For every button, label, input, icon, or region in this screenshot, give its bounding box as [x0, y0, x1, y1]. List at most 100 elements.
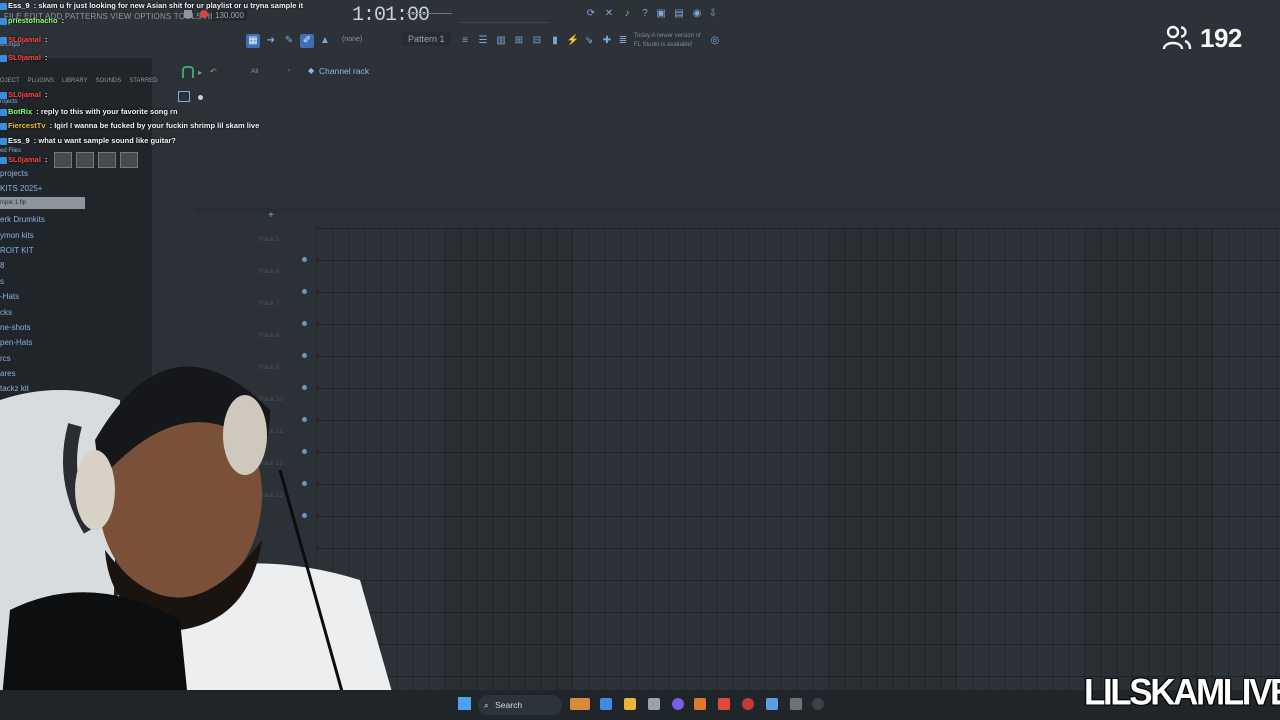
browser-tab[interactable]: STARRED	[129, 78, 157, 84]
channel-rack-icon[interactable]: ☰	[476, 34, 490, 48]
update-icon[interactable]: ◎	[708, 34, 722, 48]
browser-item[interactable]	[0, 197, 152, 212]
chat-badge-icon	[0, 17, 7, 25]
viewer-count: 192	[1162, 22, 1242, 54]
brush-tool-icon[interactable]: ✐	[300, 34, 314, 48]
snap-select[interactable]: (none)	[342, 36, 362, 43]
save-icon[interactable]: ▣	[654, 7, 668, 21]
chat-username: SL0jamal	[8, 35, 41, 44]
edge-icon[interactable]	[600, 698, 612, 710]
chat-badge-icon	[0, 54, 7, 62]
browser-tab[interactable]: PLUGINS	[28, 78, 54, 84]
mixer-icon[interactable]: ▤	[672, 7, 686, 21]
viewer-count-number: 192	[1200, 22, 1242, 53]
chevron-right-icon[interactable]: ›	[288, 68, 290, 74]
track-label[interactable]: Track 5	[258, 236, 279, 243]
cursor-dot	[198, 95, 203, 100]
browser-icon[interactable]: ⊟	[530, 34, 544, 48]
chat-message: Ess_9 : skam u fr just looking for new A…	[0, 1, 303, 10]
metronome-icon[interactable]: ⟳	[584, 7, 598, 21]
app-icon[interactable]	[790, 698, 802, 710]
bar-shade	[829, 228, 957, 690]
song-position: 1:01:00	[352, 4, 430, 27]
piano-roll-icon[interactable]: ≡	[458, 34, 472, 48]
chevron-right-icon[interactable]: ▸	[198, 68, 202, 77]
chat-message: priestofnacho :	[0, 16, 64, 25]
browser-item[interactable]: projects	[0, 166, 152, 181]
update-notice[interactable]: Today A newer version of FL Studio is ava…	[634, 32, 714, 50]
master-volume-slider[interactable]	[406, 13, 452, 14]
chat-separator: :	[42, 53, 48, 62]
chat-separator: :	[42, 154, 50, 164]
search-label: Search	[495, 700, 523, 710]
track-mute-button[interactable]	[302, 321, 307, 326]
browser-item[interactable]: erk Drumkits	[0, 212, 152, 227]
brave-icon[interactable]	[718, 698, 730, 710]
obs-icon[interactable]	[812, 698, 824, 710]
track-mute-button[interactable]	[302, 289, 307, 294]
browser-tab[interactable]: LIBRARY	[62, 78, 88, 84]
undo-icon[interactable]: ↶	[210, 67, 217, 76]
playlist-grid[interactable]	[316, 228, 1280, 690]
record-button[interactable]	[200, 10, 208, 18]
fl-studio-icon[interactable]	[694, 698, 706, 710]
chat-emote-icon	[75, 152, 94, 168]
marker-icon[interactable]: ⇘	[582, 34, 596, 48]
download-icon[interactable]: ⇩	[706, 7, 720, 21]
app-icon[interactable]	[742, 698, 754, 710]
cpu-icon[interactable]: ◉	[690, 7, 704, 21]
tempo-display[interactable]: 130.000	[212, 10, 247, 21]
master-pitch-slider[interactable]	[460, 22, 550, 23]
browser-item[interactable]: -Hats	[0, 289, 152, 304]
rack-filter[interactable]: All	[251, 68, 258, 75]
windows-start-icon[interactable]	[458, 697, 471, 710]
playlist-scrollbar[interactable]	[195, 207, 1280, 213]
link-icon[interactable]: ✚	[600, 34, 614, 48]
track-mute-button[interactable]	[302, 257, 307, 262]
track-label[interactable]: Track 6	[258, 268, 279, 275]
browser-tab[interactable]: SOUNDS	[96, 78, 122, 84]
browser-item[interactable]: KITS 2025+	[0, 181, 152, 196]
headphone-cup	[223, 395, 267, 475]
pencil-tool-icon[interactable]: ✎	[282, 34, 296, 48]
store-icon[interactable]	[648, 698, 660, 710]
pattern-selector[interactable]: Pattern 1	[402, 32, 451, 46]
channel-rack-title: Channel rack	[319, 66, 370, 76]
add-track-icon[interactable]: +	[268, 210, 274, 221]
piano-icon[interactable]	[178, 91, 190, 102]
browser-tab[interactable]: OJECT	[0, 78, 20, 84]
stop-button[interactable]	[184, 10, 192, 18]
plugin-icon[interactable]: ⊞	[512, 34, 526, 48]
chat-message: SL0jamal :	[0, 152, 138, 168]
browser-top-item[interactable]: rojects	[0, 99, 18, 105]
step-seq-icon[interactable]: ▮	[548, 34, 562, 48]
browser-item[interactable]: ymon kits	[0, 228, 152, 243]
mixer-view-icon[interactable]: ▥	[494, 34, 508, 48]
help-icon[interactable]: ?	[638, 7, 652, 21]
browser-tabs: OJECT PLUGINS LIBRARY SOUNDS STARRED	[0, 78, 158, 84]
headphones-icon[interactable]	[182, 66, 194, 78]
track-label[interactable]: Track 7	[258, 300, 279, 307]
webcam-overlay	[0, 366, 400, 720]
chat-username: FiercestTv	[8, 121, 46, 130]
folder-icon[interactable]	[624, 698, 636, 710]
playlist-tool-icon[interactable]: ▦	[246, 34, 260, 48]
widgets-icon[interactable]	[570, 698, 590, 710]
stamp-tool-icon[interactable]: ▲	[318, 34, 332, 48]
browser-item[interactable]: ROIT KIT	[0, 243, 152, 258]
taskbar-search[interactable]: ⌕ Search	[478, 695, 562, 715]
wait-input-icon[interactable]: ✕	[602, 7, 616, 21]
chat-badge-icon	[0, 108, 7, 116]
chat-badge-icon	[0, 156, 7, 164]
chat-message: SL0jamal :	[0, 90, 48, 99]
discord-icon[interactable]	[672, 698, 684, 710]
mic-icon[interactable]: ♪	[620, 7, 634, 21]
browser-item[interactable]: cks	[0, 305, 152, 320]
bar-shade	[445, 228, 573, 690]
browser-item[interactable]: 8	[0, 258, 152, 273]
steam-icon[interactable]	[766, 698, 778, 710]
arrow-tool-icon[interactable]: ➜	[264, 34, 278, 48]
plug-icon[interactable]: ⚡	[566, 34, 580, 48]
browser-item[interactable]: s	[0, 274, 152, 289]
menu-icon[interactable]: ≣	[616, 34, 630, 48]
